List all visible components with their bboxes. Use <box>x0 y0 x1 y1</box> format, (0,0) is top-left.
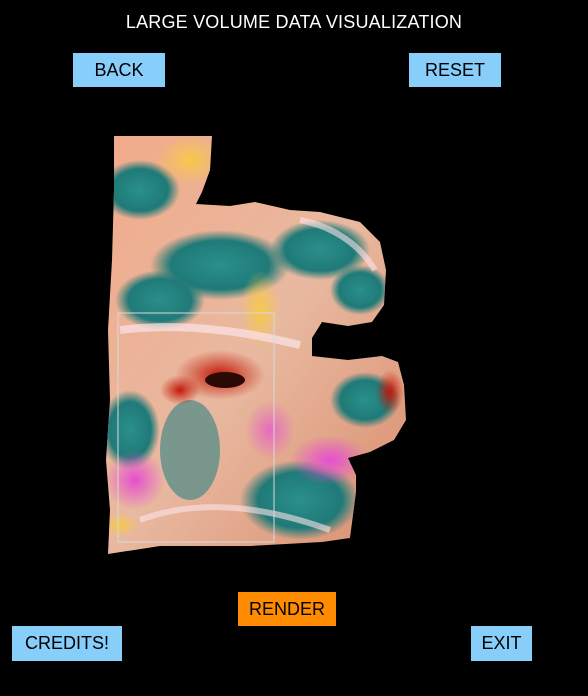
reset-button[interactable]: RESET <box>409 53 501 87</box>
volume-render-image <box>106 136 406 554</box>
back-button[interactable]: BACK <box>73 53 165 87</box>
volume-render-view[interactable] <box>100 130 420 560</box>
credits-button[interactable]: CREDITS! <box>12 626 122 661</box>
render-button[interactable]: RENDER <box>238 592 336 626</box>
page-title: LARGE VOLUME DATA VISUALIZATION <box>125 12 463 32</box>
exit-button[interactable]: EXIT <box>471 626 532 661</box>
